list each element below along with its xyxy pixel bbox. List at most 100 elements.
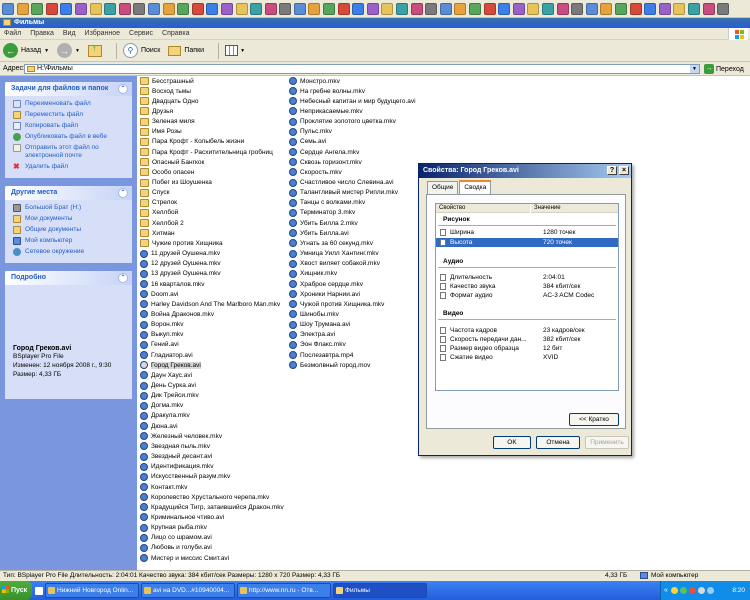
file-item[interactable]: Убить Билла 2.mkv — [289, 218, 358, 228]
property-row[interactable]: Частота кадров 23 кадров/сек — [436, 326, 618, 335]
quicklaunch-icon[interactable] — [410, 2, 423, 15]
brief-button[interactable]: << Кратко — [569, 413, 619, 426]
file-item[interactable]: Королевство Хрустального черепа.mkv — [140, 492, 269, 502]
quicklaunch-icon[interactable] — [687, 2, 700, 15]
quicklaunch-icon[interactable] — [541, 2, 554, 15]
place-network[interactable]: Сетевое окружение — [13, 248, 128, 256]
quicklaunch-icon[interactable] — [702, 2, 715, 15]
tray-icon[interactable] — [679, 587, 687, 594]
quicklaunch-icon[interactable] — [381, 2, 394, 15]
quicklaunch-icon[interactable] — [191, 2, 204, 15]
file-item[interactable]: Дик Трейси.mkv — [140, 391, 199, 401]
file-item[interactable]: Терминатор 3.mkv — [289, 208, 355, 218]
file-item[interactable]: Контакт.mkv — [140, 482, 187, 492]
file-item[interactable]: Война Драконов.mkv — [140, 309, 214, 319]
collapse-icon[interactable]: ⌃ — [118, 273, 128, 283]
cancel-button[interactable]: Отмена — [536, 436, 580, 449]
file-item[interactable]: Идентификация.mkv — [140, 462, 213, 472]
place-drive-h[interactable]: Большой Брат (H:) — [13, 204, 128, 212]
file-item[interactable]: Монстро.mkv — [289, 76, 340, 86]
quicklaunch-icon[interactable] — [206, 2, 219, 15]
quicklaunch-icon[interactable] — [483, 2, 496, 15]
folder-item[interactable]: Зеленая миля — [140, 117, 195, 127]
folder-item[interactable]: Пара Крофт - Колыбель жизни — [140, 137, 244, 147]
close-icon[interactable]: × — [619, 166, 629, 175]
file-item[interactable]: Любовь и голуби.avi — [140, 543, 212, 553]
file-item[interactable]: Город Греков.avi — [140, 360, 201, 370]
menu-view[interactable]: Вид — [63, 30, 76, 37]
folder-item[interactable]: Чужие против Хищника — [140, 238, 223, 248]
file-item[interactable]: Пульс.mkv — [289, 127, 332, 137]
folder-item[interactable]: Хитман — [140, 228, 175, 238]
forward-button[interactable]: → ▼ — [57, 43, 80, 58]
quicklaunch-icon[interactable] — [45, 2, 58, 15]
quicklaunch-icon[interactable] — [673, 2, 686, 15]
file-item[interactable]: Догма.mkv — [140, 401, 183, 411]
menu-file[interactable]: Файл — [4, 30, 21, 37]
taskbar-item-browser3[interactable]: http://www.nn.ru - Отв... — [237, 583, 331, 598]
places-panel-header[interactable]: Другие места ⌃ — [5, 186, 132, 200]
quicklaunch-icon[interactable] — [16, 2, 29, 15]
address-input[interactable]: H:\Фильмы ▼ — [24, 64, 700, 74]
folder-item[interactable]: Побег из Шоушенка — [140, 178, 212, 188]
tab-summary[interactable]: Сводка — [459, 180, 492, 194]
folder-item[interactable]: Особо опасен — [140, 167, 194, 177]
quicklaunch-icon[interactable] — [220, 2, 233, 15]
move-file-link[interactable]: Переместить файл — [13, 111, 128, 119]
quicklaunch-icon[interactable] — [104, 2, 117, 15]
quicklaunch-icon[interactable] — [279, 2, 292, 15]
file-item[interactable]: Гладиатор.avi — [140, 350, 193, 360]
file-item[interactable]: Мистер и миссис Смит.avi — [140, 553, 229, 563]
quicklaunch-icon[interactable] — [717, 2, 730, 15]
help-icon[interactable]: ? — [607, 166, 617, 175]
quicklaunch-icon[interactable] — [366, 2, 379, 15]
file-item[interactable]: Doom.avi — [140, 289, 178, 299]
quicklaunch-icon[interactable] — [147, 2, 160, 15]
tray-icon[interactable] — [697, 587, 705, 594]
tab-general[interactable]: Общие — [427, 181, 459, 194]
property-row[interactable]: Скорость передачи дан... 382 кбит/сек — [436, 335, 618, 344]
quicklaunch-icon[interactable] — [527, 2, 540, 15]
tray-expand-icon[interactable]: « — [664, 587, 668, 594]
place-shared-documents[interactable]: Общие документы — [13, 226, 128, 234]
start-button[interactable]: Пуск — [0, 581, 32, 600]
file-item[interactable]: Безмолвный город.mov — [289, 360, 370, 370]
file-item[interactable]: Убить Билла.avi — [289, 228, 349, 238]
quicklaunch-icon[interactable] — [74, 2, 87, 15]
place-my-computer[interactable]: Мой компьютер — [13, 237, 128, 245]
header-property[interactable]: Свойство — [436, 204, 530, 213]
quicklaunch-icon[interactable] — [337, 2, 350, 15]
property-row[interactable]: Высота 720 точек — [436, 238, 618, 247]
folder-item[interactable]: Двадцать Одно — [140, 96, 198, 106]
tasks-panel-header[interactable]: Задачи для файлов и папок ⌃ — [5, 82, 132, 96]
file-item[interactable]: Послезавтра.mp4 — [289, 350, 353, 360]
folder-item[interactable]: Друзья — [140, 106, 173, 116]
tray-icon[interactable] — [706, 587, 714, 594]
quicklaunch-icon[interactable] — [629, 2, 642, 15]
file-item[interactable]: Танцы с волками.mkv — [289, 198, 365, 208]
quicklaunch-icon[interactable] — [556, 2, 569, 15]
taskbar-item-browser2[interactable]: avi на DVD...#10940004... — [141, 583, 235, 598]
apply-button[interactable]: Применить — [585, 436, 629, 449]
file-item[interactable]: Хищник.mkv — [289, 269, 337, 279]
quicklaunch-icon[interactable] — [31, 2, 44, 15]
file-item[interactable]: Дракула.mkv — [140, 411, 190, 421]
file-item[interactable]: Сердце Ангела.mkv — [289, 147, 359, 157]
quicklaunch-icon[interactable] — [133, 2, 146, 15]
property-row[interactable]: Сжатие видео XVID — [436, 353, 618, 362]
delete-file-link[interactable]: ✖ Удалить файл — [13, 163, 128, 171]
file-item[interactable]: Ворон.mkv — [140, 320, 184, 330]
taskbar-item-browser1[interactable]: Нижний Новгород Onlin... — [45, 583, 139, 598]
go-button[interactable]: → Переход — [704, 64, 744, 74]
quicklaunch-icon[interactable] — [658, 2, 671, 15]
file-item[interactable]: Звездный десант.avi — [140, 452, 212, 462]
quicklaunch-icon[interactable] — [614, 2, 627, 15]
property-row[interactable]: Длительность 2:04:01 — [436, 273, 618, 282]
quicklaunch-icon[interactable] — [308, 2, 321, 15]
folder-item[interactable]: Бесстрашный — [140, 76, 194, 86]
publish-file-link[interactable]: Опубликовать файл в вебе — [13, 133, 128, 141]
menu-tools[interactable]: Сервис — [129, 30, 153, 37]
file-item[interactable]: Шоу Трумана.avi — [289, 320, 350, 330]
ok-button[interactable]: OK — [493, 436, 531, 449]
file-item[interactable]: Небесный капитан и мир будущего.avi — [289, 96, 416, 106]
